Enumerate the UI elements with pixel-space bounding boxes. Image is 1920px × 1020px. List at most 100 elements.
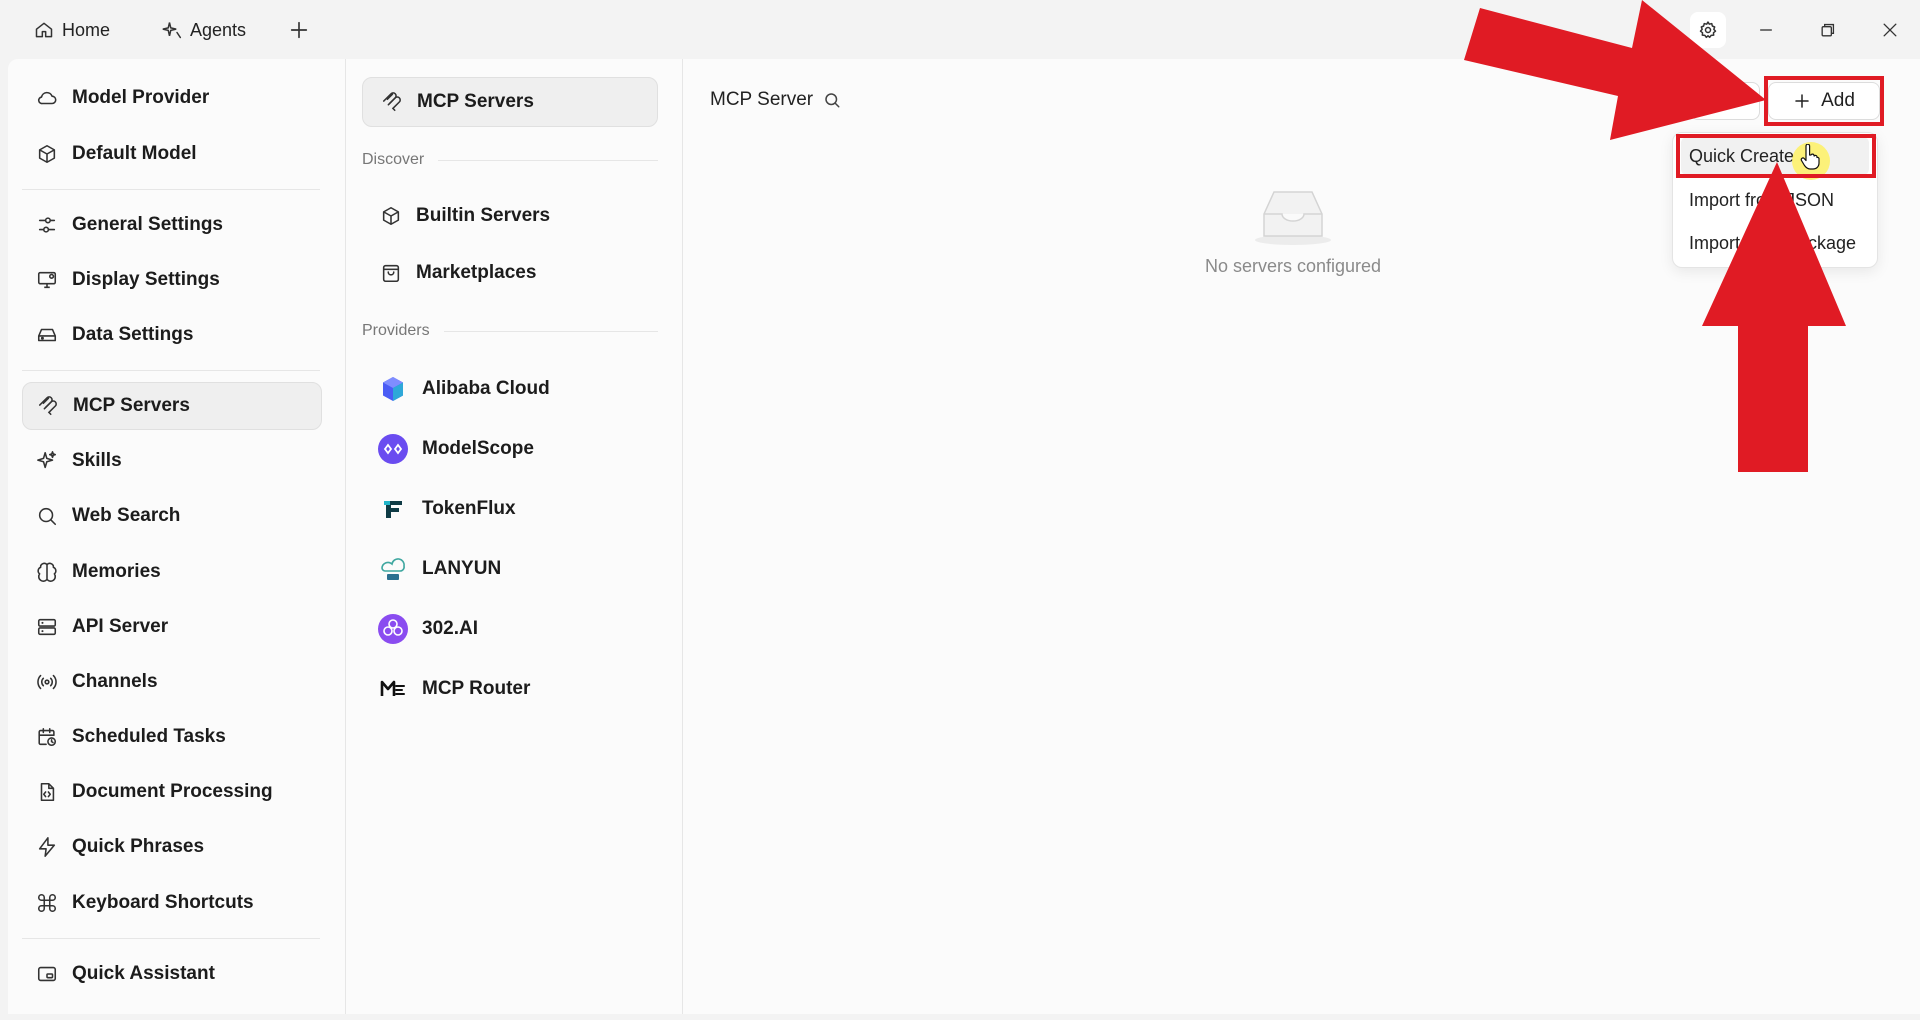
tab-label: Home	[62, 19, 111, 40]
mid-item-label: ModelScope	[422, 438, 534, 459]
menu-item-import-package[interactable]: Import from Package	[1681, 224, 1869, 262]
nav-item-skills[interactable]: Skills	[22, 437, 322, 485]
command-icon	[38, 894, 56, 912]
square-icon	[1648, 23, 1663, 37]
tokenflux-logo-icon	[378, 494, 408, 524]
nav-item-quick-phrases[interactable]: Quick Phrases	[22, 823, 322, 871]
restore-icon	[1821, 23, 1835, 37]
nav-item-general-settings[interactable]: General Settings	[22, 201, 322, 249]
nav-item-quick-assistant[interactable]: Quick Assistant	[22, 950, 322, 998]
provider-modelscope[interactable]: ModelScope	[362, 424, 658, 474]
search-icon[interactable]	[823, 91, 841, 109]
nav-item-label: Memories	[72, 561, 161, 582]
nav-item-label: Default Model	[72, 143, 197, 164]
mcp-router-logo-icon	[378, 674, 408, 704]
mid-item-label: 302.AI	[422, 618, 478, 639]
tab-agents[interactable]: Agents	[162, 15, 246, 45]
window-icon-partial[interactable]	[1646, 12, 1670, 48]
mid-item-label: TokenFlux	[422, 498, 516, 519]
cube-icon	[382, 206, 400, 226]
server-icon	[37, 618, 57, 636]
empty-inbox-icon	[1255, 191, 1331, 245]
column-divider	[682, 59, 683, 1014]
mcp-icon	[382, 92, 401, 112]
tab-label: Agents	[190, 19, 247, 40]
mid-item-label: Marketplaces	[416, 262, 537, 283]
nav-item-model-provider[interactable]: Model Provider	[22, 74, 322, 122]
calendar-clock-icon	[38, 727, 57, 747]
empty-state-text: No servers configured	[1204, 256, 1382, 276]
nav-item-label: Channels	[72, 671, 158, 692]
nav-item-label: Web Search	[72, 505, 181, 526]
provider-alibaba-cloud[interactable]: Alibaba Cloud	[362, 364, 658, 414]
gear-icon	[1699, 21, 1717, 39]
mid-item-label: Alibaba Cloud	[422, 378, 550, 399]
title-bar: Home Agents	[0, 0, 1920, 59]
toolbar-button-hidden[interactable]	[1690, 82, 1760, 120]
nav-item-label: Document Processing	[72, 781, 273, 802]
nav-item-api-server[interactable]: API Server	[22, 603, 322, 651]
provider-lanyun[interactable]: LANYUN	[362, 544, 658, 594]
plus-icon	[290, 21, 308, 39]
page-title-text: MCP Server	[710, 89, 814, 110]
close-button[interactable]	[1872, 12, 1908, 48]
nav-item-label: Quick Phrases	[72, 836, 205, 857]
section-label-text: Discover	[362, 151, 425, 168]
nav-item-label: Display Settings	[72, 269, 220, 290]
nav-item-web-search[interactable]: Web Search	[22, 492, 322, 540]
nav-item-mcp-servers[interactable]: MCP Servers	[22, 382, 322, 430]
section-label-discover: Discover	[362, 151, 658, 169]
brain-icon	[37, 562, 57, 582]
nav-item-label: Scheduled Tasks	[72, 726, 226, 747]
cube-icon	[38, 144, 56, 164]
mid-item-mcp-servers[interactable]: MCP Servers	[362, 77, 658, 127]
new-tab-button[interactable]	[288, 15, 310, 45]
nav-item-label: General Settings	[72, 214, 223, 235]
section-label-providers: Providers	[362, 322, 658, 340]
mid-item-marketplaces[interactable]: Marketplaces	[362, 248, 658, 298]
nav-item-label: Model Provider	[72, 87, 210, 108]
nav-item-default-model[interactable]: Default Model	[22, 130, 322, 178]
nav-separator	[22, 189, 320, 190]
nav-item-data-settings[interactable]: Data Settings	[22, 311, 322, 359]
nav-item-scheduled-tasks[interactable]: Scheduled Tasks	[22, 713, 322, 761]
close-icon	[1883, 23, 1897, 37]
nav-item-display-settings[interactable]: Display Settings	[22, 256, 322, 304]
nav-separator	[22, 370, 320, 371]
minimize-button[interactable]	[1748, 12, 1784, 48]
provider-tokenflux[interactable]: TokenFlux	[362, 484, 658, 534]
menu-item-import-json[interactable]: Import from JSON	[1681, 181, 1869, 219]
mid-item-builtin-servers[interactable]: Builtin Servers	[362, 191, 658, 241]
search-icon	[38, 507, 57, 526]
drive-icon	[37, 328, 57, 342]
nav-item-label: MCP Servers	[73, 395, 190, 416]
nav-separator	[22, 938, 320, 939]
nav-item-keyboard-shortcuts[interactable]: Keyboard Shortcuts	[22, 879, 322, 927]
mid-item-label: Builtin Servers	[416, 205, 551, 226]
provider-mcp-router[interactable]: MCP Router	[362, 664, 658, 714]
mcp-icon	[38, 396, 57, 416]
sliders-icon	[38, 217, 56, 233]
nav-item-document-processing[interactable]: Document Processing	[22, 768, 322, 816]
settings-button[interactable]	[1690, 12, 1726, 48]
window-icon	[37, 966, 57, 982]
302ai-logo-icon	[378, 614, 408, 644]
mid-item-label: MCP Servers	[417, 91, 534, 112]
tab-home[interactable]: Home	[34, 15, 110, 45]
nav-item-memories[interactable]: Memories	[22, 548, 322, 596]
section-line	[443, 330, 658, 332]
lanyun-logo-icon	[378, 554, 408, 584]
nav-item-label: Keyboard Shortcuts	[72, 892, 254, 913]
sparkles-icon	[37, 451, 57, 469]
monitor-icon	[37, 271, 57, 289]
nav-item-label: Data Settings	[72, 324, 194, 345]
restore-button[interactable]	[1810, 12, 1846, 48]
provider-302ai[interactable]: 302.AI	[362, 604, 658, 654]
broadcast-icon	[37, 674, 57, 690]
mid-item-label: MCP Router	[422, 678, 531, 699]
nav-item-channels[interactable]: Channels	[22, 658, 322, 706]
home-icon	[35, 22, 53, 38]
alibaba-cloud-logo-icon	[378, 374, 408, 404]
cloud-icon	[37, 91, 57, 105]
shopping-bag-icon	[382, 264, 400, 283]
